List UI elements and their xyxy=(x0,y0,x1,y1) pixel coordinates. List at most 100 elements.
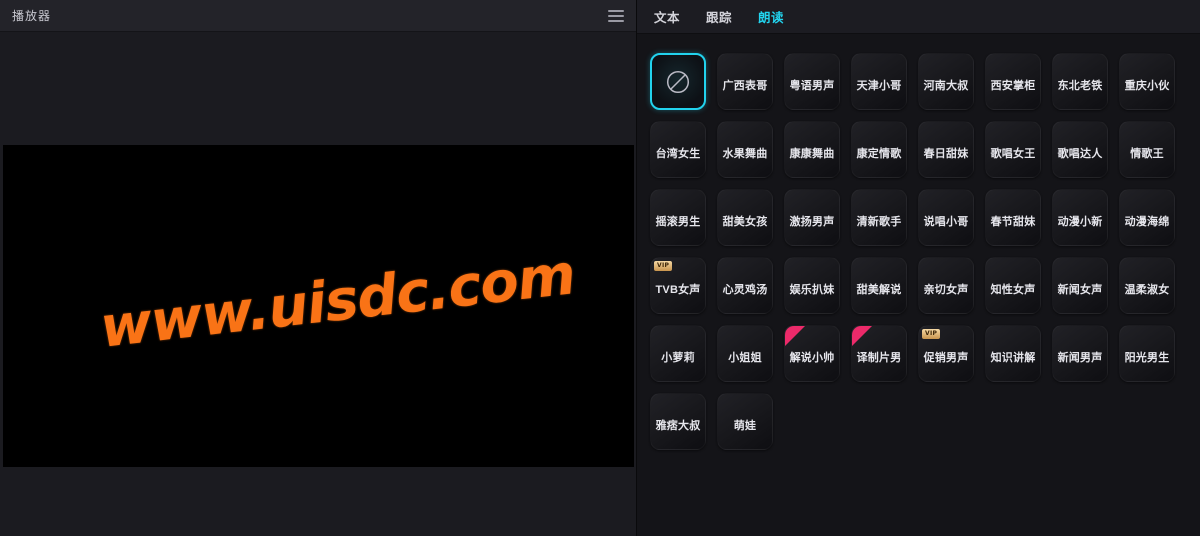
voice-card[interactable]: 东北老铁 xyxy=(1052,53,1108,110)
voice-card-label: 说唱小哥 xyxy=(923,215,969,228)
voice-card[interactable]: 心灵鸡汤 xyxy=(717,257,773,314)
voice-card[interactable]: 春日甜妹 xyxy=(918,121,974,178)
voice-card[interactable]: 新闻男声 xyxy=(1052,325,1108,382)
voice-card[interactable]: 康定情歌 xyxy=(851,121,907,178)
voice-card[interactable]: 西安掌柜 xyxy=(985,53,1041,110)
voice-card-label: 康康舞曲 xyxy=(789,147,835,160)
menu-line xyxy=(608,14,624,17)
hamburger-menu-icon[interactable] xyxy=(608,9,624,22)
voice-card-label: 雅痞大叔 xyxy=(655,419,701,432)
tab-read-aloud[interactable]: 朗读 xyxy=(758,7,784,26)
voice-card[interactable]: 解说小帅 xyxy=(784,325,840,382)
voice-card-label: 河南大叔 xyxy=(923,79,969,92)
voice-card-label: 亲切女声 xyxy=(923,283,969,296)
player-header: 播放器 xyxy=(0,0,636,32)
voice-card[interactable]: 小姐姐 xyxy=(717,325,773,382)
voice-card[interactable]: 知识讲解 xyxy=(985,325,1041,382)
voice-card-label: 新闻女声 xyxy=(1057,283,1103,296)
app-root: 播放器 www.uisdc.com 文本 跟踪 朗读 广西表哥 粤语男声 天津小哥 河… xyxy=(0,0,1200,536)
new-corner-ribbon-icon xyxy=(785,326,805,346)
voice-card-label: 小萝莉 xyxy=(661,351,695,364)
voice-card[interactable]: VIP TVB女声 xyxy=(650,257,706,314)
voice-card-label: 歌唱女王 xyxy=(990,147,1036,160)
voice-card[interactable]: 台湾女生 xyxy=(650,121,706,178)
voice-card-label: 春日甜妹 xyxy=(923,147,969,160)
tab-text[interactable]: 文本 xyxy=(654,7,680,26)
voice-grid-scroll-area[interactable]: 广西表哥 粤语男声 天津小哥 河南大叔 西安掌柜 东北老铁 重庆小伙台湾女生 水果舞曲 康康舞曲… xyxy=(637,34,1200,536)
voice-card-label: 心灵鸡汤 xyxy=(722,283,768,296)
voice-panel: 文本 跟踪 朗读 广西表哥 粤语男声 天津小哥 河南大叔 西安掌柜 东北老铁 重庆小伙台湾女… xyxy=(637,0,1200,536)
voice-card[interactable]: 清新歌手 xyxy=(851,189,907,246)
voice-card[interactable]: 摇滚男生 xyxy=(650,189,706,246)
voice-card[interactable]: 康康舞曲 xyxy=(784,121,840,178)
voice-card[interactable]: 阳光男生 xyxy=(1119,325,1175,382)
voice-card[interactable]: 春节甜妹 xyxy=(985,189,1041,246)
voice-card[interactable]: 河南大叔 xyxy=(918,53,974,110)
voice-card[interactable]: 激扬男声 xyxy=(784,189,840,246)
voice-card[interactable]: VIP 促销男声 xyxy=(918,325,974,382)
voice-card[interactable]: 水果舞曲 xyxy=(717,121,773,178)
new-corner-ribbon-icon xyxy=(852,326,872,346)
voice-card-label: 春节甜妹 xyxy=(990,215,1036,228)
voice-grid: 广西表哥 粤语男声 天津小哥 河南大叔 西安掌柜 东北老铁 重庆小伙台湾女生 水果舞曲 康康舞曲… xyxy=(650,53,1200,450)
vip-badge: VIP xyxy=(922,329,941,339)
voice-card[interactable]: 动漫小新 xyxy=(1052,189,1108,246)
voice-card-label: 知识讲解 xyxy=(990,351,1036,364)
voice-card[interactable]: 译制片男 xyxy=(851,325,907,382)
watermark-text: www.uisdc.com xyxy=(96,242,579,361)
voice-card[interactable]: 娱乐扒妹 xyxy=(784,257,840,314)
voice-card[interactable]: 知性女声 xyxy=(985,257,1041,314)
voice-card-label: 情歌王 xyxy=(1130,147,1164,160)
voice-card-label: 娱乐扒妹 xyxy=(789,283,835,296)
voice-card-label: 西安掌柜 xyxy=(990,79,1036,92)
tab-track[interactable]: 跟踪 xyxy=(706,7,732,26)
voice-card-label: 台湾女生 xyxy=(655,147,701,160)
voice-card-selected[interactable] xyxy=(650,53,706,110)
player-panel: 播放器 www.uisdc.com xyxy=(0,0,637,536)
voice-card[interactable]: 歌唱女王 xyxy=(985,121,1041,178)
voice-card[interactable]: 萌娃 xyxy=(717,393,773,450)
voice-card[interactable]: 重庆小伙 xyxy=(1119,53,1175,110)
menu-line xyxy=(608,19,624,22)
voice-card-label: 甜美解说 xyxy=(856,283,902,296)
voice-card-label: 促销男声 xyxy=(923,351,969,364)
no-voice-slash-icon xyxy=(666,70,690,93)
voice-card[interactable]: 说唱小哥 xyxy=(918,189,974,246)
voice-card-label: 激扬男声 xyxy=(789,215,835,228)
voice-card-label: 动漫海绵 xyxy=(1124,215,1170,228)
voice-card-label: 新闻男声 xyxy=(1057,351,1103,364)
voice-card-label: 小姐姐 xyxy=(728,351,762,364)
voice-card-label: 甜美女孩 xyxy=(722,215,768,228)
voice-card-label: 水果舞曲 xyxy=(722,147,768,160)
voice-card-label: 萌娃 xyxy=(733,419,757,432)
vip-badge: VIP xyxy=(654,261,673,271)
voice-card-label: 粤语男声 xyxy=(789,79,835,92)
video-stage[interactable]: www.uisdc.com xyxy=(3,145,634,467)
voice-card-label: 动漫小新 xyxy=(1057,215,1103,228)
voice-card[interactable]: 歌唱达人 xyxy=(1052,121,1108,178)
voice-card[interactable]: 广西表哥 xyxy=(717,53,773,110)
player-lower-spacer xyxy=(0,467,636,536)
voice-card-label: 康定情歌 xyxy=(856,147,902,160)
voice-card[interactable]: 雅痞大叔 xyxy=(650,393,706,450)
voice-card-label: 天津小哥 xyxy=(856,79,902,92)
voice-card-label: 解说小帅 xyxy=(789,351,835,364)
voice-card-label: 东北老铁 xyxy=(1057,79,1103,92)
voice-card[interactable]: 新闻女声 xyxy=(1052,257,1108,314)
voice-card-label: TVB女声 xyxy=(655,283,701,296)
voice-card-label: 译制片男 xyxy=(856,351,902,364)
voice-card[interactable]: 温柔淑女 xyxy=(1119,257,1175,314)
voice-card[interactable]: 甜美解说 xyxy=(851,257,907,314)
voice-card-label: 知性女声 xyxy=(990,283,1036,296)
voice-card[interactable]: 动漫海绵 xyxy=(1119,189,1175,246)
voice-card[interactable]: 亲切女声 xyxy=(918,257,974,314)
player-upper-spacer xyxy=(0,32,636,145)
voice-card[interactable]: 天津小哥 xyxy=(851,53,907,110)
voice-card[interactable]: 粤语男声 xyxy=(784,53,840,110)
voice-card[interactable]: 甜美女孩 xyxy=(717,189,773,246)
voice-card[interactable]: 情歌王 xyxy=(1119,121,1175,178)
voice-card-label: 清新歌手 xyxy=(856,215,902,228)
voice-card-label: 摇滚男生 xyxy=(655,215,701,228)
page-title: 播放器 xyxy=(12,9,52,23)
voice-card[interactable]: 小萝莉 xyxy=(650,325,706,382)
